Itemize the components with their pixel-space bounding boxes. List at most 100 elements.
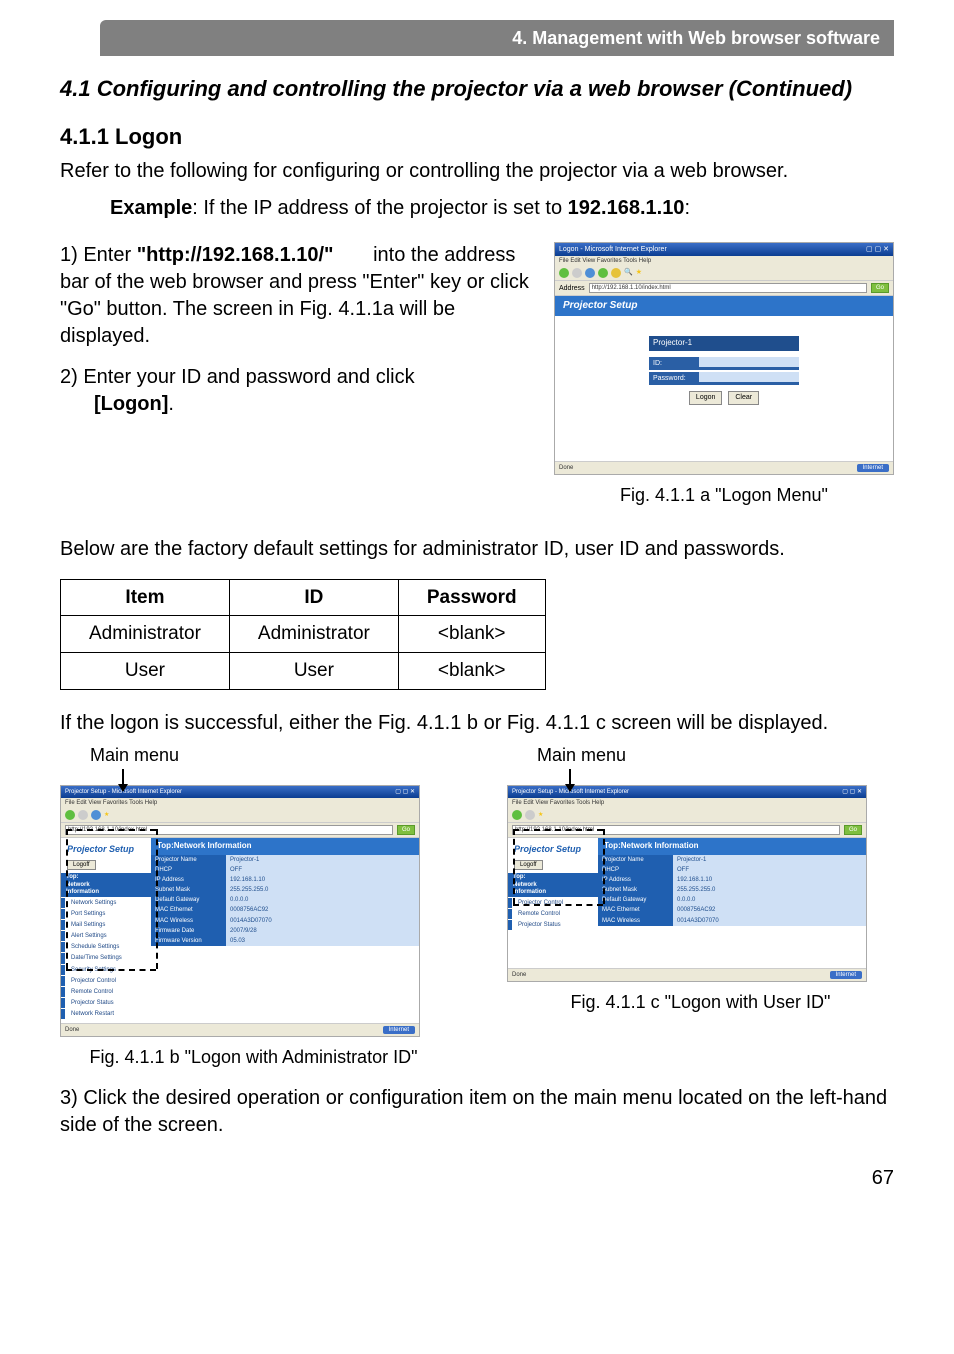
info-row: IP Address192.168.1.10 — [151, 875, 419, 885]
search-icon: 🔍 — [624, 268, 633, 277]
info-value: OFF — [226, 865, 419, 875]
defaults-table: Item ID Password Administrator Administr… — [60, 579, 546, 690]
info-row: Subnet Mask255.255.255.0 — [598, 885, 866, 895]
sidebar-item[interactable]: Port Settings — [61, 909, 151, 919]
stop-icon — [91, 810, 101, 820]
status-done: Done — [65, 1026, 79, 1034]
info-row: Firmware Version05.03 — [151, 936, 419, 946]
logoff-button[interactable]: Logoff — [67, 860, 96, 870]
info-key: Subnet Mask — [151, 885, 226, 895]
back-icon — [559, 268, 569, 278]
logon-button[interactable]: Logon — [689, 391, 722, 404]
status-done: Done — [512, 971, 526, 979]
info-key: Firmware Version — [151, 936, 226, 946]
step2-btn: [Logon] — [94, 393, 168, 415]
sidebar-item[interactable]: Alert Settings — [61, 931, 151, 941]
cell: <blank> — [398, 652, 545, 689]
sidebar-item[interactable]: Network Restart — [61, 1009, 151, 1019]
th-item: Item — [61, 579, 230, 616]
sidebar-item[interactable]: Remote Control — [508, 909, 598, 919]
sidebar-item[interactable]: Remote Control — [61, 987, 151, 997]
clear-button[interactable]: Clear — [728, 391, 759, 404]
info-value: 0.0.0.0 — [226, 895, 419, 905]
step2-lead: 2) Enter your ID and password and click — [60, 366, 415, 388]
sidebar-item[interactable]: Projector Status — [508, 920, 598, 930]
forward-icon — [78, 810, 88, 820]
ie-toolbar: ★ — [508, 808, 866, 823]
main-menu-label: Main menu — [537, 743, 894, 767]
section-title: 4.1 Configuring and controlling the proj… — [60, 74, 894, 104]
id-input[interactable] — [699, 357, 799, 367]
info-key: IP Address — [598, 875, 673, 885]
window-controls: ▢ ▢ ✕ — [395, 788, 415, 796]
ie-toolbar: 🔍 ★ — [555, 266, 893, 281]
forward-icon — [572, 268, 582, 278]
sidebar-item[interactable]: Date/Time Settings — [61, 953, 151, 963]
info-key: DHCP — [598, 865, 673, 875]
info-key: Projector Name — [598, 855, 673, 865]
ie-titlebar: Projector Setup - Microsoft Internet Exp… — [508, 786, 866, 798]
arrow-down-icon — [122, 769, 124, 791]
table-row: User User <blank> — [61, 652, 546, 689]
info-key: IP Address — [151, 875, 226, 885]
sidebar-item[interactable]: Schedule Settings — [61, 942, 151, 952]
address-field[interactable]: http://192.168.1.10/index.html — [589, 283, 867, 293]
step2-tail: . — [168, 393, 174, 415]
sidebar-item[interactable]: Mail Settings — [61, 920, 151, 930]
sidebar-head: Top: Network Information — [61, 873, 151, 897]
info-row: Default Gateway0.0.0.0 — [151, 895, 419, 905]
fig-b-caption: Fig. 4.1.1 b "Logon with Administrator I… — [60, 1045, 447, 1069]
step-3: 3) Click the desired operation or config… — [60, 1085, 894, 1139]
main-menu-label: Main menu — [90, 743, 447, 767]
password-input[interactable] — [699, 372, 799, 382]
go-button[interactable]: Go — [844, 825, 862, 835]
go-button[interactable]: Go — [397, 825, 415, 835]
info-value: 0008756AC92 — [673, 905, 866, 915]
forward-icon — [525, 810, 535, 820]
info-value: 192.168.1.10 — [673, 875, 866, 885]
go-button[interactable]: Go — [871, 283, 889, 293]
info-key: Default Gateway — [151, 895, 226, 905]
info-row: MAC Ethernet0008756AC92 — [151, 905, 419, 915]
window-controls: ▢ ▢ ✕ — [842, 788, 862, 796]
step1-lead: 1) Enter — [60, 244, 137, 266]
info-row: MAC Wireless0014A3D07070 — [151, 916, 419, 926]
favorites-icon: ★ — [636, 268, 642, 277]
info-value: 0008756AC92 — [226, 905, 419, 915]
sidebar-title: Projector Setup — [61, 841, 151, 857]
cell: <blank> — [398, 616, 545, 653]
info-row: IP Address192.168.1.10 — [598, 875, 866, 885]
info-value: 192.168.1.10 — [226, 875, 419, 885]
info-value: 2007/9/28 — [226, 926, 419, 936]
logoff-button[interactable]: Logoff — [514, 860, 543, 870]
step-1: 1) Enter "http://192.168.1.10/" into the… — [60, 242, 540, 350]
address-label: Address — [559, 284, 585, 293]
example-line: Example: If the IP address of the projec… — [60, 195, 894, 222]
sidebar-head: Top: Network Information — [508, 873, 598, 897]
sidebar-item[interactable]: Projector Status — [61, 998, 151, 1008]
ie-titlebar: Logon - Microsoft Internet Explorer ▢ ▢ … — [555, 243, 893, 256]
example-ip: 192.168.1.10 — [568, 197, 685, 219]
dashed-guide — [513, 829, 515, 904]
sb-net: Network — [513, 882, 537, 888]
cell: User — [61, 652, 230, 689]
fig-c-caption: Fig. 4.1.1 c "Logon with User ID" — [507, 990, 894, 1014]
projector-setup-header: Projector Setup — [555, 296, 893, 316]
sidebar-item[interactable]: Projector Control — [61, 976, 151, 986]
user-screenshot: Projector Setup - Microsoft Internet Exp… — [507, 785, 867, 982]
dashed-guide — [156, 829, 158, 969]
status-internet: Internet — [857, 464, 889, 472]
sidebar-item[interactable]: Network Settings — [61, 898, 151, 908]
info-row: Projector NameProjector-1 — [151, 855, 419, 865]
info-value: Projector-1 — [226, 855, 419, 865]
status-internet: Internet — [830, 971, 862, 979]
info-value: 0.0.0.0 — [673, 895, 866, 905]
table-row: Administrator Administrator <blank> — [61, 616, 546, 653]
defaults-intro: Below are the factory default settings f… — [60, 536, 894, 563]
info-key: MAC Ethernet — [598, 905, 673, 915]
dashed-guide — [513, 904, 603, 906]
page-number: 67 — [60, 1165, 894, 1192]
back-icon — [65, 810, 75, 820]
after-table: If the logon is successful, either the F… — [60, 710, 894, 737]
info-value: 0014A3D07070 — [226, 916, 419, 926]
